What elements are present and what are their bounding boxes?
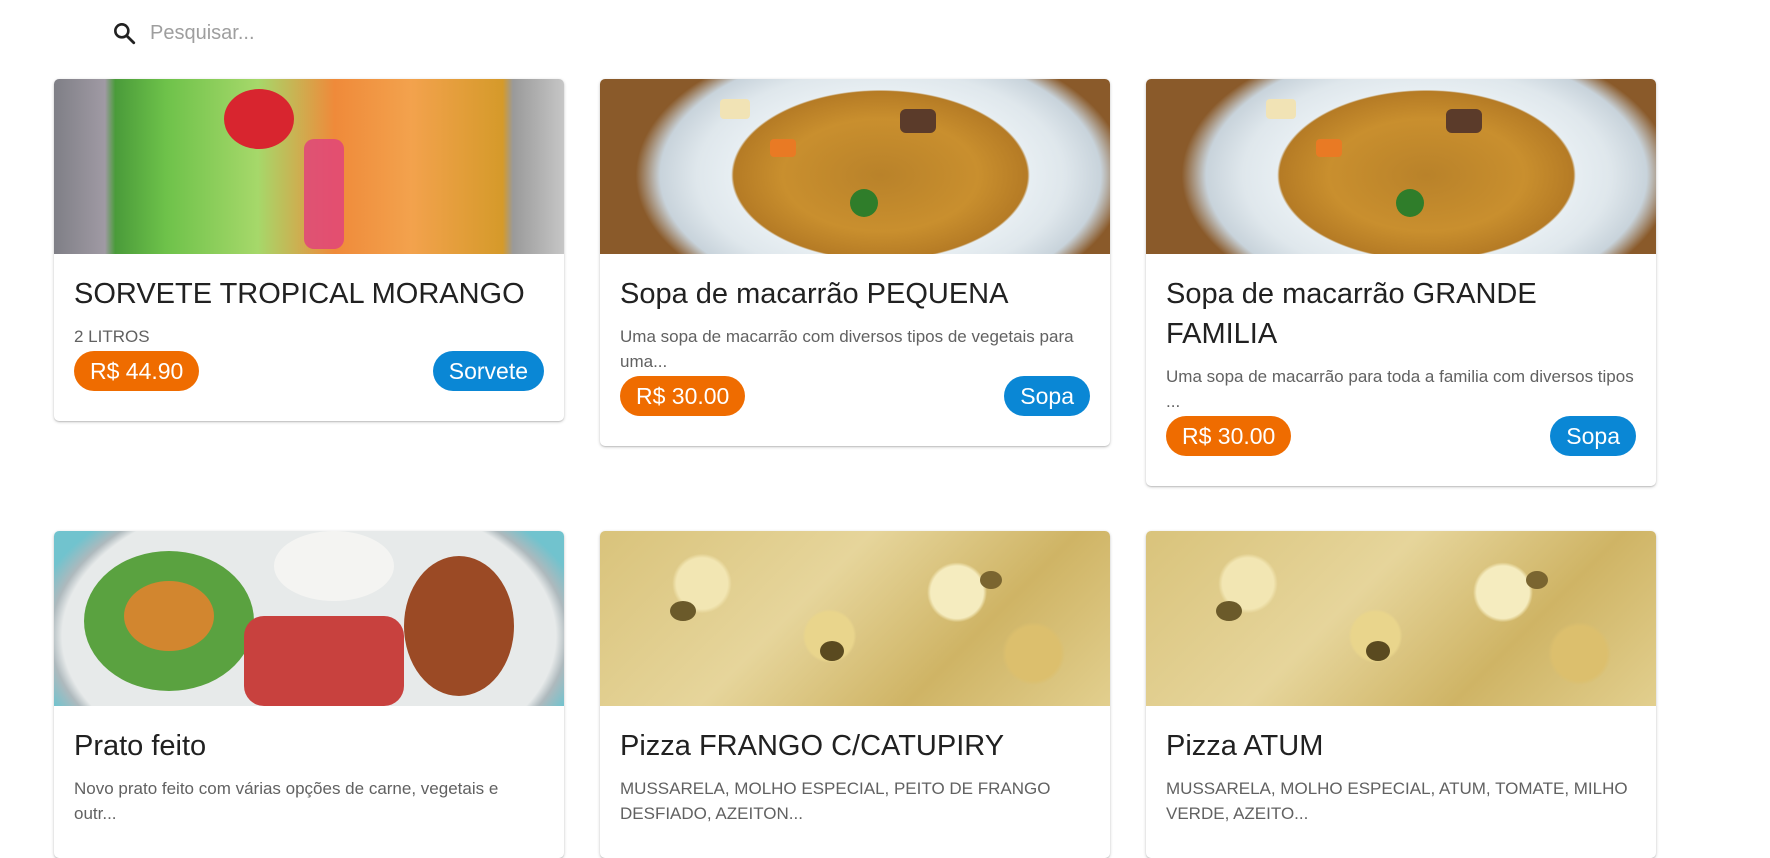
product-image xyxy=(1146,79,1656,254)
product-description: MUSSARELA, MOLHO ESPECIAL, PEITO DE FRAN… xyxy=(620,779,1051,823)
product-card-sorvete-tropical-morango[interactable]: SORVETE TROPICAL MORANGO 2 LITROS R$ 44.… xyxy=(54,79,564,421)
product-description: Uma sopa de macarrão para toda a familia… xyxy=(1166,367,1634,411)
product-card-pizza-frango-catupiry[interactable]: Pizza FRANGO C/CATUPIRY MUSSARELA, MOLHO… xyxy=(600,531,1110,858)
product-image xyxy=(600,79,1110,254)
product-image xyxy=(54,79,564,254)
search-icon[interactable] xyxy=(110,19,138,47)
product-card-sopa-pequena[interactable]: Sopa de macarrão PEQUENA Uma sopa de mac… xyxy=(600,79,1110,446)
category-chip[interactable]: Sorvete xyxy=(432,351,544,391)
product-image xyxy=(600,531,1110,706)
category-chip[interactable]: Sopa xyxy=(1550,416,1636,456)
product-card-pizza-atum[interactable]: Pizza ATUM MUSSARELA, MOLHO ESPECIAL, AT… xyxy=(1146,531,1656,858)
search-bar xyxy=(110,16,610,50)
category-chip[interactable]: Sopa xyxy=(1004,376,1090,416)
product-card-sopa-grande-familia[interactable]: Sopa de macarrão GRANDE FAMILIA Uma sopa… xyxy=(1146,79,1656,486)
price-chip: R$ 30.00 xyxy=(1166,416,1292,456)
product-description: 2 LITROS xyxy=(74,327,150,346)
product-title: SORVETE TROPICAL MORANGO xyxy=(74,278,525,310)
product-title: Sopa de macarrão PEQUENA xyxy=(620,278,1009,310)
price-chip: R$ 30.00 xyxy=(620,376,746,416)
product-title: Pizza ATUM xyxy=(1166,730,1324,762)
product-description: MUSSARELA, MOLHO ESPECIAL, ATUM, TOMATE,… xyxy=(1166,779,1628,823)
product-title: Pizza FRANGO C/CATUPIRY xyxy=(620,730,1005,762)
price-chip: R$ 44.90 xyxy=(74,351,200,391)
product-title: Prato feito xyxy=(74,730,207,762)
product-description: Uma sopa de macarrão com diversos tipos … xyxy=(620,327,1074,371)
product-image xyxy=(54,531,564,706)
search-input[interactable] xyxy=(148,20,552,46)
product-description: Novo prato feito com várias opções de ca… xyxy=(74,779,499,823)
product-card-prato-feito[interactable]: Prato feito Novo prato feito com várias … xyxy=(54,531,564,858)
product-image xyxy=(1146,531,1656,706)
product-title: Sopa de macarrão GRANDE FAMILIA xyxy=(1166,278,1537,350)
